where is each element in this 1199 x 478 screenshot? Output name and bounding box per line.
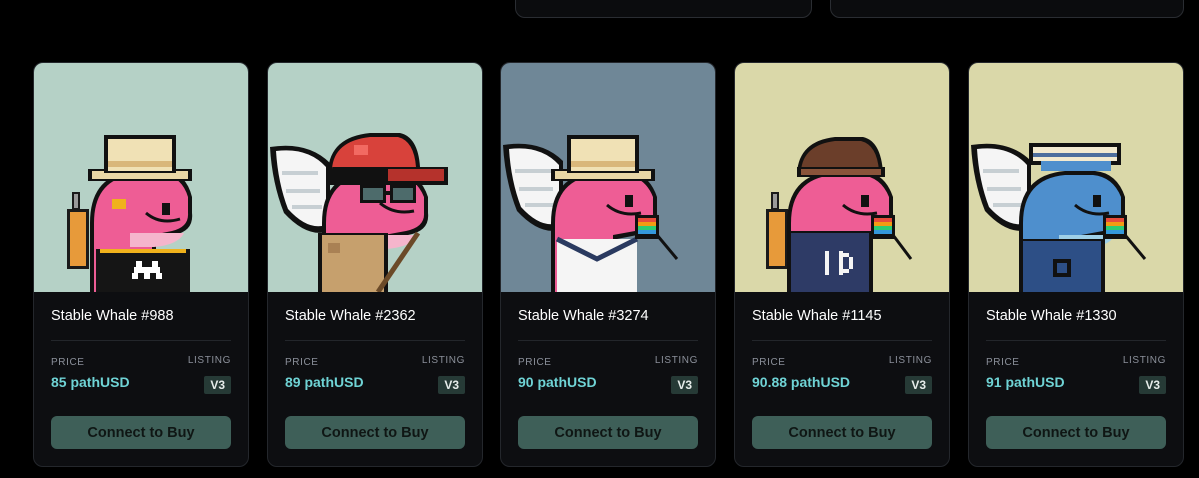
- divider: [752, 340, 932, 341]
- price-value: 89 pathUSD: [285, 374, 364, 390]
- top-panel-right: [830, 0, 1184, 18]
- listing-version-badge: V3: [905, 376, 932, 394]
- nft-name: Stable Whale #2362: [285, 308, 416, 324]
- price-value: 91 pathUSD: [986, 374, 1065, 390]
- nft-card[interactable]: Stable Whale #1330 PRICE LISTING 91 path…: [968, 62, 1184, 467]
- top-panel-left: [515, 0, 812, 18]
- listing-version-badge: V3: [204, 376, 231, 394]
- nft-card[interactable]: Stable Whale #3274 PRICE LISTING 90 path…: [500, 62, 716, 467]
- listing-label: LISTING: [888, 355, 932, 366]
- divider: [285, 340, 465, 341]
- nft-card[interactable]: Stable Whale #2362 PRICE LISTING 89 path…: [267, 62, 483, 467]
- listing-version-badge: V3: [438, 376, 465, 394]
- connect-to-buy-button[interactable]: Connect to Buy: [51, 416, 231, 449]
- nft-name: Stable Whale #1330: [986, 308, 1117, 324]
- nft-name: Stable Whale #3274: [518, 308, 649, 324]
- nft-image[interactable]: [34, 63, 248, 292]
- nft-image[interactable]: [501, 63, 715, 292]
- connect-to-buy-button[interactable]: Connect to Buy: [518, 416, 698, 449]
- nft-image[interactable]: [735, 63, 949, 292]
- price-value: 90.88 pathUSD: [752, 374, 851, 390]
- price-label: PRICE: [518, 357, 552, 368]
- divider: [518, 340, 698, 341]
- listing-version-badge: V3: [671, 376, 698, 394]
- price-label: PRICE: [752, 357, 786, 368]
- price-value: 90 pathUSD: [518, 374, 597, 390]
- nft-card[interactable]: Stable Whale #988 PRICE LISTING 85 pathU…: [33, 62, 249, 467]
- connect-to-buy-button[interactable]: Connect to Buy: [986, 416, 1166, 449]
- listing-label: LISTING: [1122, 355, 1166, 366]
- listing-version-badge: V3: [1139, 376, 1166, 394]
- nft-image[interactable]: [268, 63, 482, 292]
- listing-label: LISTING: [421, 355, 465, 366]
- connect-to-buy-button[interactable]: Connect to Buy: [752, 416, 932, 449]
- divider: [51, 340, 231, 341]
- nft-card[interactable]: Stable Whale #1145 PRICE LISTING 90.88 p…: [734, 62, 950, 467]
- nft-name: Stable Whale #1145: [752, 308, 882, 324]
- nft-image[interactable]: [969, 63, 1183, 292]
- nft-name: Stable Whale #988: [51, 308, 174, 324]
- connect-to-buy-button[interactable]: Connect to Buy: [285, 416, 465, 449]
- price-label: PRICE: [285, 357, 319, 368]
- price-label: PRICE: [986, 357, 1020, 368]
- listing-label: LISTING: [187, 355, 231, 366]
- divider: [986, 340, 1166, 341]
- price-label: PRICE: [51, 357, 85, 368]
- price-value: 85 pathUSD: [51, 374, 130, 390]
- listing-label: LISTING: [654, 355, 698, 366]
